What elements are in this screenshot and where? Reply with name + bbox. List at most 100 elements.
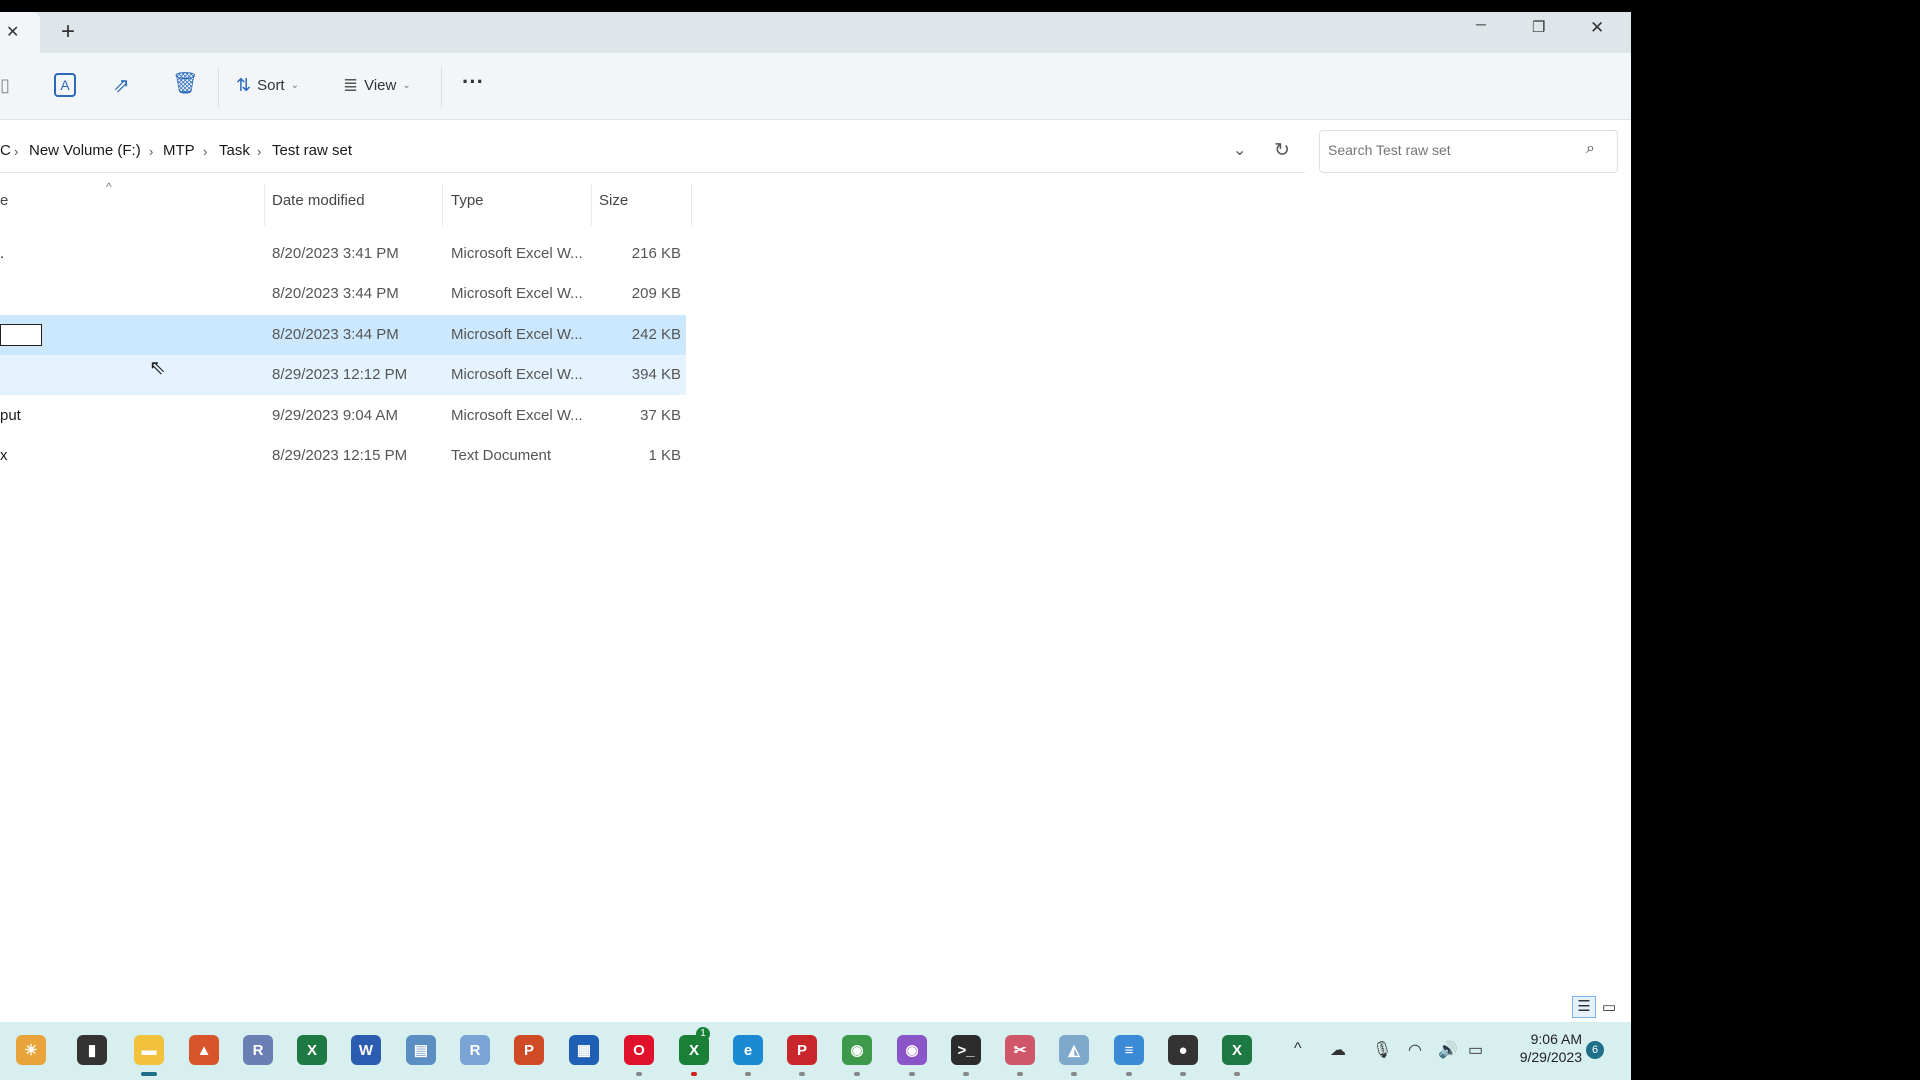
- view-label: View: [364, 77, 397, 94]
- breadcrumb-item[interactable]: Test raw set: [272, 142, 352, 159]
- file-row[interactable]: 8/20/2023 3:44 PM Microsoft Excel W... 209…: [0, 274, 686, 314]
- taskbar-widgets-icon[interactable]: ☀: [16, 1035, 46, 1065]
- search-box[interactable]: ⌕: [1319, 130, 1618, 173]
- taskbar-task-view-icon[interactable]: ▮: [77, 1035, 107, 1065]
- taskbar-obs-icon[interactable]: ●: [1168, 1035, 1198, 1065]
- taskbar-chrome-profile-icon[interactable]: ◉: [897, 1035, 927, 1065]
- taskbar-image-viewer-icon[interactable]: ◭: [1059, 1035, 1089, 1065]
- file-type: Text Document: [451, 447, 552, 464]
- file-date: 9/29/2023 9:04 AM: [272, 407, 398, 424]
- taskbar-snipping-tool-icon[interactable]: ✂: [1005, 1035, 1035, 1065]
- column-divider[interactable]: [264, 184, 265, 226]
- file-type: Microsoft Excel W...: [451, 285, 583, 302]
- history-dropdown-icon[interactable]: ⌄: [1233, 140, 1246, 160]
- column-header-name[interactable]: e: [0, 192, 8, 209]
- file-row[interactable]: put 9/29/2023 9:04 AM Microsoft Excel W...…: [0, 396, 686, 436]
- new-tab-button[interactable]: +: [61, 18, 75, 46]
- file-type: Microsoft Excel W...: [451, 326, 583, 343]
- file-row[interactable]: 8/20/2023 3:44 PM Microsoft Excel W... 242…: [0, 315, 686, 355]
- file-name: put: [0, 407, 21, 424]
- show-hidden-icons-button[interactable]: ^: [1294, 1040, 1302, 1058]
- close-window-button[interactable]: ✕: [1590, 18, 1604, 38]
- taskbar-excel-icon[interactable]: X: [297, 1035, 327, 1065]
- file-size: 209 KB: [631, 285, 681, 302]
- more-options-button[interactable]: ···: [462, 69, 484, 95]
- taskbar-terminal-icon[interactable]: >_: [951, 1035, 981, 1065]
- file-name: x: [0, 447, 8, 464]
- breadcrumb-item[interactable]: C: [0, 142, 11, 159]
- column-header-date[interactable]: Date modified: [272, 192, 365, 209]
- taskbar-python-idle-icon[interactable]: ▤: [406, 1035, 436, 1065]
- taskbar-opera-icon[interactable]: O: [624, 1035, 654, 1065]
- column-divider[interactable]: [591, 184, 592, 226]
- notification-badge[interactable]: 6: [1586, 1041, 1604, 1059]
- chevron-down-icon: ⌄: [290, 80, 299, 91]
- taskbar-powerpoint-icon[interactable]: P: [514, 1035, 544, 1065]
- file-row[interactable]: x 8/29/2023 12:15 PM Text Document 1 KB: [0, 436, 686, 476]
- clock[interactable]: 9:06 AM 9/29/2023: [1502, 1031, 1582, 1065]
- taskbar: ☀ ▮ ▬ ▲ R X W ▤ R P ▦ O Xe P ◉ ◉ >_ ✂ ◭ ≡ ● X 1 ^ ☁ 🎙 ◠ 🔊 ▭ 9…: [0, 1022, 1631, 1080]
- minimize-button[interactable]: ─: [1476, 16, 1486, 32]
- clock-time: 9:06 AM: [1530, 1031, 1582, 1047]
- column-divider[interactable]: [442, 184, 443, 226]
- file-size: 1 KB: [648, 447, 681, 464]
- taskbar-rstudio-icon[interactable]: R: [460, 1035, 490, 1065]
- running-indicator: [1180, 1072, 1186, 1076]
- rename-icon[interactable]: A: [54, 73, 76, 97]
- taskbar-r-icon[interactable]: R: [243, 1035, 273, 1065]
- file-date: 8/20/2023 3:44 PM: [272, 285, 399, 302]
- file-name: .: [0, 245, 5, 262]
- breadcrumb-item[interactable]: MTP: [163, 142, 195, 159]
- taskbar-acrobat-icon[interactable]: P: [787, 1035, 817, 1065]
- battery-icon[interactable]: ▭: [1468, 1040, 1483, 1060]
- tab-current[interactable]: ✕: [0, 12, 40, 53]
- volume-icon[interactable]: 🔊: [1438, 1040, 1458, 1060]
- microphone-icon[interactable]: 🎙: [1372, 1040, 1392, 1060]
- refresh-icon[interactable]: ↻: [1274, 139, 1290, 162]
- taskbar-notepad-icon[interactable]: ≡: [1114, 1035, 1144, 1065]
- running-indicator: [745, 1072, 751, 1076]
- close-tab-icon[interactable]: ✕: [6, 22, 19, 42]
- chevron-right-icon[interactable]: ›: [14, 144, 18, 159]
- taskbar-chrome-icon[interactable]: ◉: [842, 1035, 872, 1065]
- view-icon: ≣: [343, 75, 359, 95]
- rename-input[interactable]: [0, 324, 42, 346]
- details-view-button[interactable]: ☰: [1572, 996, 1596, 1018]
- file-type: Microsoft Excel W...: [451, 366, 583, 383]
- command-bar: ▯ A ⇗ 🗑 ⇅ Sort ⌄ ≣ View ⌄ ···: [0, 53, 1631, 120]
- delete-icon[interactable]: 🗑: [172, 72, 199, 96]
- column-header-type[interactable]: Type: [451, 192, 484, 209]
- taskbar-microsoft-store-icon[interactable]: ▦: [569, 1035, 599, 1065]
- separator: [441, 67, 442, 107]
- running-indicator: [1126, 1072, 1132, 1076]
- taskbar-edge-icon[interactable]: e: [733, 1035, 763, 1065]
- breadcrumb-item[interactable]: Task: [219, 142, 250, 159]
- wifi-icon[interactable]: ◠: [1408, 1040, 1422, 1060]
- onedrive-icon[interactable]: ☁: [1330, 1040, 1346, 1060]
- share-icon[interactable]: ⇗: [113, 73, 130, 98]
- breadcrumb-item[interactable]: New Volume (F:): [29, 142, 141, 159]
- paste-icon[interactable]: ▯: [0, 75, 10, 96]
- sort-button[interactable]: ⇅ Sort ⌄: [236, 75, 299, 96]
- chevron-right-icon[interactable]: ›: [203, 144, 207, 159]
- chevron-right-icon[interactable]: ›: [257, 144, 261, 159]
- taskbar-file-explorer-icon[interactable]: ▬: [134, 1035, 164, 1065]
- maximize-button[interactable]: ❐: [1532, 18, 1545, 36]
- column-divider[interactable]: [691, 184, 692, 226]
- address-bar[interactable]: C › New Volume (F:) › MTP › Task › Test …: [0, 130, 1305, 173]
- taskbar-excel-2-icon[interactable]: X: [1222, 1035, 1252, 1065]
- view-button[interactable]: ≣ View ⌄: [343, 75, 411, 96]
- chevron-right-icon[interactable]: ›: [149, 144, 153, 159]
- file-type: Microsoft Excel W...: [451, 407, 583, 424]
- running-indicator: [799, 1072, 805, 1076]
- file-row[interactable]: . 8/20/2023 3:41 PM Microsoft Excel W... 21…: [0, 234, 686, 274]
- taskbar-matlab-icon[interactable]: ▲: [189, 1035, 219, 1065]
- search-input[interactable]: [1328, 142, 1578, 158]
- taskbar-word-icon[interactable]: W: [351, 1035, 381, 1065]
- file-size: 216 KB: [631, 245, 681, 262]
- large-icons-view-button[interactable]: ▭: [1602, 998, 1616, 1016]
- search-icon[interactable]: ⌕: [1586, 140, 1595, 158]
- file-row[interactable]: 8/29/2023 12:12 PM Microsoft Excel W... 39…: [0, 355, 686, 395]
- column-header-size[interactable]: Size: [599, 192, 628, 209]
- file-date: 8/29/2023 12:15 PM: [272, 447, 408, 464]
